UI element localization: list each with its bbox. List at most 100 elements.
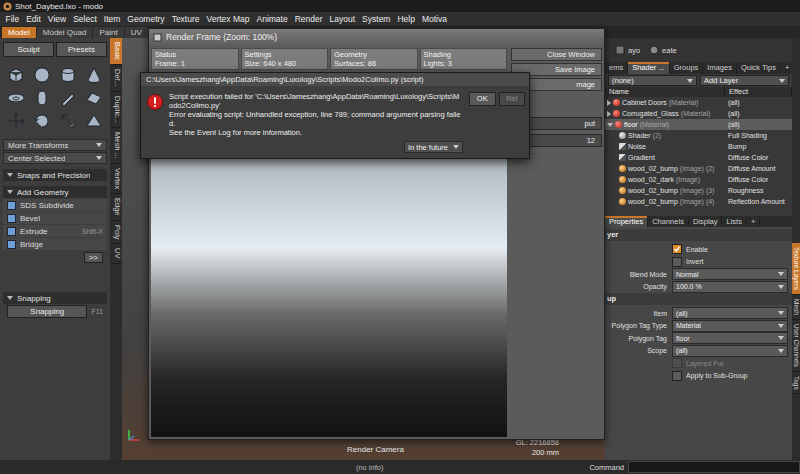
property-value[interactable]: (all) — [672, 307, 788, 319]
vertical-tab[interactable]: Def... — [110, 65, 122, 92]
menu-item[interactable]: Layout — [326, 14, 359, 24]
property-value[interactable]: Material — [672, 320, 788, 332]
panel-tab[interactable]: ems — [605, 62, 628, 74]
toolbox-more[interactable]: >> — [3, 251, 107, 263]
plane-icon[interactable] — [84, 88, 104, 108]
properties-tab[interactable]: Lists — [722, 216, 746, 227]
checkbox[interactable] — [672, 257, 682, 267]
vertical-tab[interactable]: Edge — [110, 194, 122, 221]
vertical-tab[interactable]: Vertex — [110, 164, 122, 194]
tree-row[interactable]: floor(Material)(all) — [605, 119, 792, 130]
menu-item[interactable]: System — [359, 14, 394, 24]
toolbox-tool[interactable]: SDS Subdivide — [3, 199, 107, 211]
tree-row[interactable]: NoiseBump — [605, 141, 792, 152]
property-value[interactable]: floor — [672, 332, 788, 344]
properties-tab[interactable]: Display — [689, 216, 723, 227]
move-icon[interactable] — [6, 111, 26, 131]
vertical-tab[interactable]: Basic — [110, 38, 122, 65]
filter-dropdown[interactable]: (none) — [608, 75, 697, 86]
toolbox-tool[interactable]: ExtrudeShift-X — [3, 225, 107, 237]
cylinder-icon[interactable] — [58, 65, 78, 85]
checkbox-field[interactable]: Invert — [672, 257, 788, 267]
checkbox-field[interactable]: Enable — [672, 244, 788, 254]
property-value[interactable]: Normal — [672, 268, 788, 280]
collapse-arrow-icon[interactable] — [7, 296, 13, 300]
menu-item[interactable]: Animate — [253, 14, 291, 24]
tree-row[interactable]: Shader(2)Full Shading — [605, 130, 792, 141]
toolbox-button[interactable]: Sculpt — [3, 42, 54, 57]
collapse-arrow-icon[interactable] — [7, 173, 13, 177]
properties-tab[interactable]: + — [747, 216, 760, 227]
expand-arrow-icon[interactable] — [607, 123, 613, 127]
toolbox-tool[interactable]: Bridge — [3, 238, 107, 250]
menu-item[interactable]: Motiva — [418, 14, 450, 24]
toolbox-toggle[interactable]: SnappingF11 — [3, 305, 107, 318]
toolbox-button[interactable]: Presets — [56, 42, 107, 57]
menu-item[interactable]: Vertex Map — [203, 14, 253, 24]
layout-icon[interactable] — [615, 45, 625, 55]
layout-tab[interactable]: UV — [125, 27, 148, 38]
expand-arrow-icon[interactable] — [607, 111, 611, 117]
menu-item[interactable]: View — [44, 14, 69, 24]
pen-icon[interactable] — [58, 88, 78, 108]
tree-row[interactable]: wood_02_bump(Image) (4)Reflection Amount — [605, 196, 792, 207]
toggle-button[interactable]: Snapping — [7, 305, 87, 318]
tree-row[interactable]: wood_02_bump(Image) (2)Diffuse Amount — [605, 163, 792, 174]
menu-item[interactable]: Texture — [168, 14, 203, 24]
expand-arrow-icon[interactable] — [607, 100, 611, 106]
torus-icon[interactable] — [6, 88, 26, 108]
command-input[interactable] — [628, 461, 800, 473]
capsule-icon[interactable] — [32, 88, 52, 108]
layout-label[interactable]: ayo — [628, 46, 640, 55]
sphere-icon[interactable] — [32, 65, 52, 85]
add-layer-dropdown[interactable]: Add Layer — [700, 75, 789, 86]
vertical-tab[interactable]: UV — [110, 244, 122, 263]
collapse-arrow-icon[interactable] — [7, 190, 13, 194]
create-icon[interactable] — [649, 45, 659, 55]
panel-tab[interactable]: Quick Tips — [737, 62, 781, 74]
panel-tab[interactable]: Shader ... — [628, 62, 670, 74]
layout-tab[interactable]: Model Quad — [37, 27, 93, 38]
property-value[interactable]: 100.0 % — [672, 281, 788, 293]
cube-icon[interactable] — [6, 65, 26, 85]
column-header[interactable]: Effect — [725, 87, 792, 97]
menu-item[interactable]: Item — [100, 14, 124, 24]
more-button[interactable]: >> — [84, 252, 103, 263]
panel-tab[interactable]: Images — [703, 62, 737, 74]
create-label[interactable]: eate — [662, 46, 677, 55]
toolbox-dropdown[interactable]: Center Selected — [3, 152, 107, 164]
menu-item[interactable]: Geometry — [124, 14, 168, 24]
properties-tab[interactable]: Channels — [648, 216, 689, 227]
checkbox[interactable] — [672, 358, 682, 368]
menu-item[interactable]: Render — [291, 14, 326, 24]
menu-item[interactable]: Edit — [23, 14, 45, 24]
cone-icon[interactable] — [84, 65, 104, 85]
column-header[interactable]: Name — [605, 87, 725, 97]
toolbox-dropdown[interactable]: More Transforms — [3, 139, 107, 151]
layout-tab[interactable]: Model — [2, 27, 36, 38]
property-value[interactable]: (all) — [672, 345, 788, 357]
vertical-tab[interactable]: User Channels — [792, 320, 800, 372]
dialog-button[interactable]: OK — [469, 92, 496, 106]
menu-item[interactable]: File — [2, 14, 23, 24]
vertical-tab[interactable]: Mesh — [792, 295, 800, 320]
checkbox-field[interactable]: Layered Fur — [672, 358, 788, 368]
menu-item[interactable]: Select — [70, 14, 101, 24]
tree-row[interactable]: Corrugated_Glass(Material)(all) — [605, 108, 792, 119]
vertical-tab[interactable]: Mesh ... — [110, 128, 122, 164]
render-frame-button[interactable]: Close Window — [511, 48, 602, 61]
checkbox-field[interactable]: Apply to Sub-Group — [672, 371, 788, 381]
properties-tab[interactable]: Properties — [605, 216, 648, 227]
checkbox[interactable] — [672, 371, 682, 381]
tree-row[interactable]: Cabinet Doors(Material)(all) — [605, 97, 792, 108]
transform-icon[interactable] — [84, 111, 104, 131]
panel-tab[interactable]: Groups — [670, 62, 704, 74]
toolbox-tool[interactable]: Bevel — [3, 212, 107, 224]
render-frame-title[interactable]: Render Frame (Zoom: 100%) — [149, 29, 604, 45]
scale-icon[interactable] — [58, 111, 78, 131]
tree-row[interactable]: wood_02_dark(Image)Diffuse Color — [605, 174, 792, 185]
rotate-icon[interactable] — [32, 111, 52, 131]
layout-tab[interactable]: Paint — [93, 27, 123, 38]
tree-row[interactable]: GradientDiffuse Color — [605, 152, 792, 163]
tree-row[interactable]: wood_02_bump(Image) (3)Roughness — [605, 185, 792, 196]
